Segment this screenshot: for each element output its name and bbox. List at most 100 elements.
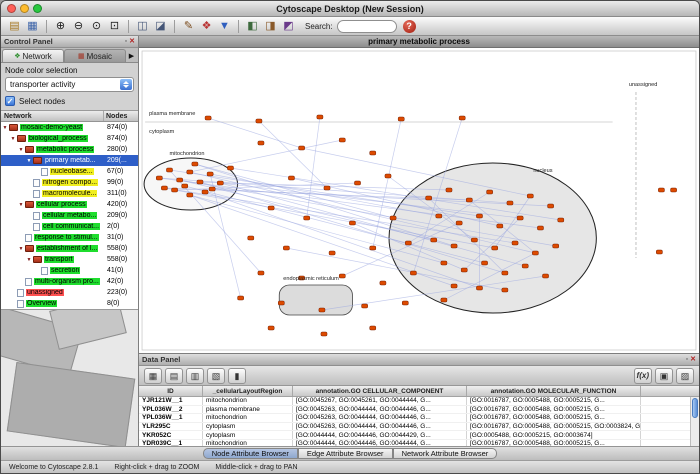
graph-node[interactable] (324, 186, 330, 190)
tree-row[interactable]: ▼transport558(0) (1, 254, 138, 265)
tree-row[interactable]: macromolecule...311(0) (1, 188, 138, 199)
trash-icon[interactable]: ▮ (228, 368, 246, 384)
graph-node[interactable] (512, 241, 518, 245)
zoom-out-icon[interactable]: ⊖ (70, 19, 87, 34)
search-input[interactable] (337, 20, 397, 33)
graph-node[interactable] (283, 246, 289, 250)
graph-node[interactable] (217, 181, 223, 185)
zoom-in-icon[interactable]: ⊕ (52, 19, 69, 34)
graph-node[interactable] (385, 174, 391, 178)
graph-node[interactable] (197, 180, 203, 184)
create-attribute-icon[interactable]: ▤ (165, 368, 183, 384)
graph-node[interactable] (402, 301, 408, 305)
graph-node[interactable] (553, 244, 559, 248)
column-header[interactable]: annotation.GO MOLECULAR_FUNCTION (467, 386, 641, 396)
close-window-icon[interactable] (7, 4, 16, 13)
copy-attribute-icon[interactable]: ▥ (186, 368, 204, 384)
hide-selected-icon[interactable]: ◫ (134, 19, 151, 34)
tree-row[interactable]: Overview8(0) (1, 298, 138, 309)
network-canvas[interactable]: plasma membranecytoplasmmitochondrionnuc… (139, 48, 699, 353)
graph-node[interactable] (542, 274, 548, 278)
color-attribute-select[interactable]: transporter activity (5, 77, 134, 92)
graph-node[interactable] (288, 176, 294, 180)
zoom-fit-icon[interactable]: ⊡ (106, 19, 123, 34)
graph-node[interactable] (339, 138, 345, 142)
table-row[interactable]: YKR052Ccytoplasm[GO:0044444, GO:0044446,… (139, 431, 699, 440)
tree-row[interactable]: ▼establishment of l...558(0) (1, 243, 138, 254)
tree-expand-icon[interactable]: ▼ (25, 158, 33, 164)
graph-node[interactable] (656, 250, 662, 254)
graph-node[interactable] (238, 296, 244, 300)
graph-node[interactable] (390, 216, 396, 220)
graph-node[interactable] (258, 141, 264, 145)
minimize-window-icon[interactable] (20, 4, 29, 13)
graph-node[interactable] (205, 116, 211, 120)
mosaic-overview-thumbnail[interactable] (1, 309, 138, 446)
graph-node[interactable] (370, 151, 376, 155)
graph-node[interactable] (177, 178, 183, 182)
tree-row[interactable]: ▼primary metab...209(... (1, 155, 138, 166)
tab-node-attribute-browser[interactable]: Node Attribute Browser (203, 448, 298, 459)
graph-node[interactable] (522, 264, 528, 268)
close-panel-icon[interactable]: ✕ (129, 38, 135, 46)
tree-expand-icon[interactable]: ▼ (25, 257, 33, 263)
float-panel-icon[interactable]: ▫ (686, 356, 688, 364)
tree-row[interactable]: ▼metabolic process280(0) (1, 144, 138, 155)
tree-row[interactable]: response to stimul...31(0) (1, 232, 138, 243)
graph-node[interactable] (497, 224, 503, 228)
graph-node[interactable] (451, 244, 457, 248)
graph-node[interactable] (182, 184, 188, 188)
graph-node[interactable] (339, 274, 345, 278)
graph-node[interactable] (161, 186, 167, 190)
tab-edge-attribute-browser[interactable]: Edge Attribute Browser (298, 448, 393, 459)
tree-row[interactable]: cellular metabo...209(0) (1, 210, 138, 221)
graph-node[interactable] (166, 168, 172, 172)
graph-node[interactable] (370, 246, 376, 250)
graph-node[interactable] (192, 162, 198, 166)
graph-node[interactable] (209, 187, 215, 191)
open-folder-icon[interactable]: ▨ (676, 368, 694, 384)
graph-node[interactable] (187, 193, 193, 197)
graph-node[interactable] (456, 221, 462, 225)
tree-header-network[interactable]: Network (1, 111, 104, 121)
column-header[interactable]: _cellularLayoutRegion (203, 386, 293, 396)
zoom-window-icon[interactable] (33, 4, 42, 13)
tab-overflow-icon[interactable]: ▶ (126, 49, 137, 62)
graph-node[interactable] (441, 298, 447, 302)
graph-node[interactable] (202, 190, 208, 194)
graph-node[interactable] (410, 271, 416, 275)
graph-node[interactable] (466, 198, 472, 202)
tree-row[interactable]: nitrogen compo...99(0) (1, 177, 138, 188)
graph-node[interactable] (304, 216, 310, 220)
graph-node[interactable] (319, 308, 325, 312)
graph-node[interactable] (658, 188, 664, 192)
table-row[interactable]: YPL036W__1mitochondrion[GO:0045263, GO:0… (139, 414, 699, 423)
table-row[interactable]: YPL036W__2plasma membrane[GO:0045263, GO… (139, 406, 699, 415)
graph-node[interactable] (459, 116, 465, 120)
column-header[interactable]: ID (139, 386, 203, 396)
import-network-icon[interactable]: ▤ (6, 19, 23, 34)
table-scrollbar[interactable] (690, 397, 699, 446)
help-icon[interactable]: ? (403, 20, 416, 33)
annotation-icon[interactable]: ✎ (180, 19, 197, 34)
close-panel-icon[interactable]: ✕ (690, 356, 696, 364)
graph-node[interactable] (329, 251, 335, 255)
graph-node[interactable] (349, 221, 355, 225)
select-nodes-checkbox[interactable]: ✓ (5, 96, 15, 106)
graph-node[interactable] (671, 188, 677, 192)
graph-node[interactable] (492, 246, 498, 250)
tree-row[interactable]: nucleobase...67(0) (1, 166, 138, 177)
float-panel-icon[interactable]: ▫ (125, 38, 127, 46)
graph-node[interactable] (558, 218, 564, 222)
import-attributes-icon[interactable]: ▣ (655, 368, 673, 384)
graph-node[interactable] (527, 194, 533, 198)
select-attributes-icon[interactable]: ▦ (144, 368, 162, 384)
tree-header-nodes[interactable]: Nodes (104, 111, 138, 121)
graph-node[interactable] (426, 196, 432, 200)
tree-row[interactable]: secretion41(0) (1, 265, 138, 276)
tree-expand-icon[interactable]: ▼ (17, 147, 25, 153)
graph-node[interactable] (256, 119, 262, 123)
graph-node[interactable] (354, 181, 360, 185)
tree-row[interactable]: unassigned223(0) (1, 287, 138, 298)
graph-node[interactable] (187, 170, 193, 174)
